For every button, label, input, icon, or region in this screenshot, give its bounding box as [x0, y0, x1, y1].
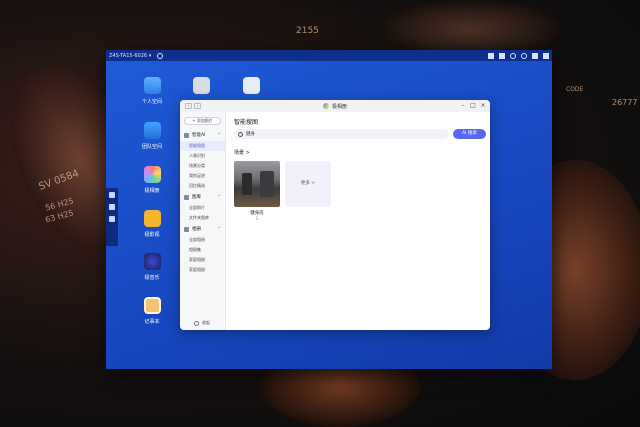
- hostname-label[interactable]: Z4S-TA15-6026 ▾: [109, 53, 151, 59]
- desktop-app[interactable]: 团队空间: [132, 122, 172, 150]
- gear-icon[interactable]: [521, 52, 527, 59]
- dock-item-icon[interactable]: [109, 204, 115, 210]
- ai-search-button[interactable]: AI 搜索: [453, 129, 486, 139]
- desktop-app[interactable]: 记事本: [132, 297, 172, 325]
- shared-folder-icon: [143, 122, 161, 139]
- sidebar-group-albums[interactable]: 相册 ^: [180, 223, 225, 235]
- sidebar-item-family-album[interactable]: 家庭相册: [180, 255, 225, 265]
- disc-icon: [192, 77, 210, 94]
- app-label: 团队空间: [141, 144, 162, 150]
- app-label: 极相册: [144, 188, 160, 194]
- app-label: 极音乐: [144, 275, 160, 281]
- top-bar-tray: [488, 52, 549, 59]
- photo-app-icon: [143, 166, 161, 183]
- gym-photo-thumbnail[interactable]: [234, 161, 280, 207]
- sidebar-item-all-photos[interactable]: 全部照片: [180, 203, 225, 213]
- desktop-top-bar: Z4S-TA15-6026 ▾: [106, 50, 552, 61]
- sidebar-group-ai[interactable]: 智能AI ^: [180, 129, 225, 141]
- back-button[interactable]: ‹: [185, 103, 192, 109]
- dock-item-icon[interactable]: [109, 192, 115, 198]
- forward-button[interactable]: ›: [194, 103, 201, 109]
- sidebar-item-family-album[interactable]: 家庭相册: [180, 265, 225, 275]
- desktop-app[interactable]: [181, 77, 221, 98]
- ai-group-icon: [184, 132, 189, 138]
- collapse-icon: [194, 320, 199, 326]
- collapse-label: 收起: [202, 320, 210, 325]
- notification-icon[interactable]: [499, 52, 505, 59]
- window-title: 极相册: [331, 103, 347, 110]
- window-nav: ‹ ›: [185, 103, 201, 109]
- desktop-app[interactable]: 极音乐: [132, 253, 172, 281]
- library-group-icon: [184, 194, 189, 200]
- trash-icon: [242, 77, 260, 94]
- nas-desktop: Z4S-TA15-6026 ▾ 个人空间 团队空间 极相册 极影视 极音乐 记事…: [106, 50, 552, 369]
- settings-ring-icon[interactable]: [157, 52, 164, 59]
- photo-app-window: ‹ › 极相册 – □ × + 添加照片 智能AI ^ 智能搜图 人像识别 场景…: [180, 100, 490, 330]
- chevron-up-icon: ^: [217, 194, 221, 200]
- sidebar-item-memories[interactable]: 回忆精选: [180, 181, 225, 191]
- app-label: 记事本: [144, 319, 160, 325]
- desktop-app[interactable]: 极影视: [132, 210, 172, 238]
- sidebar-item-scene[interactable]: 场景分类: [180, 161, 225, 171]
- notepad-icon: [143, 297, 161, 314]
- sidebar-item-album-set[interactable]: 相册集: [180, 245, 225, 255]
- sidebar-item-smart-search[interactable]: 智能搜图: [180, 141, 225, 151]
- chevron-up-icon: ^: [217, 132, 221, 138]
- close-icon[interactable]: ×: [480, 103, 486, 109]
- maximize-icon[interactable]: □: [470, 103, 476, 109]
- sidebar-item-footprint[interactable]: 我的足迹: [180, 171, 225, 181]
- more-button[interactable]: 更多 >: [285, 161, 331, 207]
- page-title: 智能搜图: [234, 119, 259, 126]
- window-icon[interactable]: [532, 52, 538, 59]
- sidebar-item-folder-library[interactable]: 文件夹图库: [180, 213, 225, 223]
- wallpaper-text: CODE: [566, 86, 584, 93]
- search-value: 健身: [246, 132, 255, 137]
- app-label: 个人空间: [141, 99, 162, 105]
- chevron-up-icon: ^: [217, 226, 221, 232]
- photo-app-logo-icon: [322, 103, 329, 109]
- search-icon: [238, 131, 243, 137]
- scene-section-title[interactable]: 场景 >: [234, 149, 250, 156]
- sidebar-group-label: 图库: [192, 195, 201, 200]
- menu-icon[interactable]: [543, 52, 549, 59]
- album-group-icon: [184, 226, 189, 232]
- music-app-icon: [143, 253, 161, 270]
- photo-main-panel: 智能搜图 健身 AI 搜索 场景 > 健身房 1 更多 >: [232, 112, 490, 330]
- window-controls: – □ ×: [460, 103, 486, 109]
- sidebar-group-library[interactable]: 图库 ^: [180, 191, 225, 203]
- app-label: 极影视: [144, 232, 160, 238]
- collapse-sidebar-button[interactable]: 收起: [194, 320, 210, 326]
- hostname-chevron-icon: ▾: [148, 52, 152, 59]
- minimize-icon[interactable]: –: [460, 103, 466, 109]
- window-title-bar: ‹ › 极相册 – □ ×: [180, 100, 490, 112]
- thumbnail-count: 1: [255, 216, 259, 221]
- wallpaper-text: 2155: [296, 26, 319, 36]
- desktop-app[interactable]: 极相册: [132, 166, 172, 194]
- desktop-side-dock: [106, 188, 118, 246]
- sidebar-group-label: 相册: [192, 227, 201, 232]
- search-input[interactable]: 健身: [234, 129, 449, 139]
- user-icon[interactable]: [510, 52, 516, 59]
- sidebar-group-label: 智能AI: [192, 133, 206, 138]
- video-app-icon: [143, 210, 161, 227]
- hostname-text: Z4S-TA15-6026: [109, 52, 148, 59]
- photo-sidebar: + 添加照片 智能AI ^ 智能搜图 人像识别 场景分类 我的足迹 回忆精选 图…: [180, 112, 226, 330]
- sidebar-item-all-albums[interactable]: 全部相册: [180, 235, 225, 245]
- desktop-app[interactable]: [231, 77, 271, 98]
- wallpaper-text: 26777: [612, 98, 638, 107]
- sidebar-item-face[interactable]: 人像识别: [180, 151, 225, 161]
- desktop-app[interactable]: 个人空间: [132, 77, 172, 105]
- folder-icon: [143, 77, 161, 94]
- transfer-icon[interactable]: [488, 52, 494, 59]
- dock-item-icon[interactable]: [109, 216, 115, 222]
- add-photo-button[interactable]: + 添加照片: [184, 117, 221, 125]
